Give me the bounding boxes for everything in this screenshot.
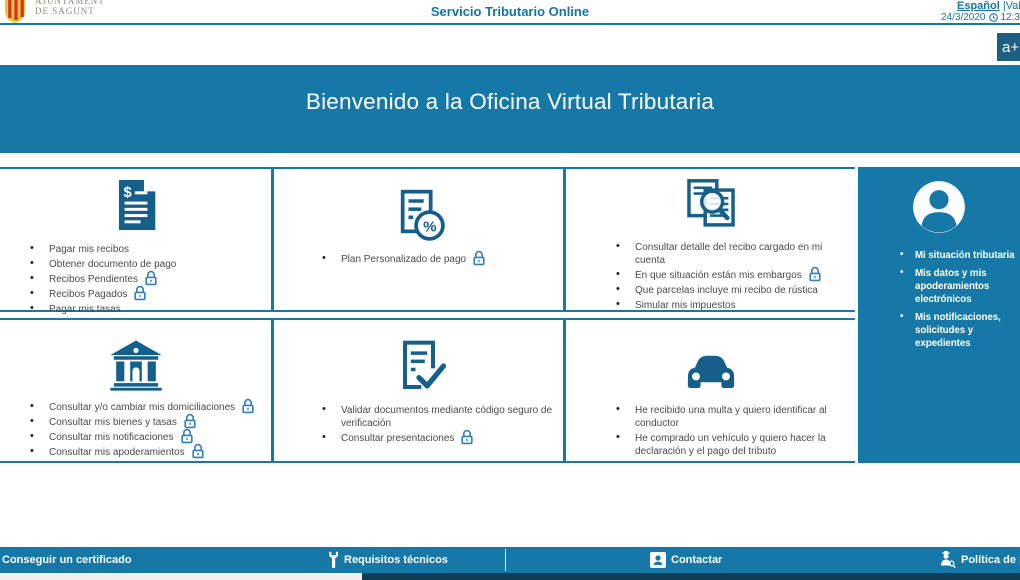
- link-pagar-mis-recibos[interactable]: Pagar mis recibos: [30, 243, 265, 256]
- svg-text:%: %: [423, 218, 437, 235]
- document-check-icon: [391, 338, 447, 394]
- link-notificaciones[interactable]: Consultar mis notificaciones: [30, 431, 265, 444]
- link-bienes-y-tasas[interactable]: Consultar mis bienes y tasas: [30, 416, 265, 429]
- link-validar-documentos[interactable]: Validar documentos mediante código segur…: [322, 404, 557, 430]
- datetime: 24/3/2020 12:3: [941, 12, 1020, 23]
- footer: Conseguir un certificado Requisitos técn…: [0, 547, 1020, 573]
- search-documents-icon: [682, 177, 740, 231]
- card-payment-plan-list: Plan Personalizado de pago: [274, 253, 563, 268]
- bank-icon: [108, 339, 164, 391]
- card-bank-list: Consultar y/o cambiar mis domiciliacione…: [0, 401, 271, 461]
- page: AJUNTAMENT DE SAGUNT Servicio Tributario…: [0, 0, 1020, 580]
- link-recibos-pendientes[interactable]: Recibos Pendientes: [30, 273, 265, 286]
- header: AJUNTAMENT DE SAGUNT Servicio Tributario…: [0, 0, 1020, 25]
- time-text: 12:3: [1001, 12, 1020, 23]
- link-parcelas-rustica[interactable]: Que parcelas incluye mi recibo de rústic…: [616, 284, 849, 297]
- card-validate-documents: Validar documentos mediante código segur…: [271, 320, 563, 461]
- lock-icon: [180, 431, 194, 440]
- footer-link-requisitos[interactable]: Requisitos técnicos: [328, 547, 448, 573]
- link-situacion-embargos[interactable]: En que situación están mis embargos: [616, 269, 849, 282]
- link-plan-personalizado[interactable]: Plan Personalizado de pago: [322, 253, 557, 266]
- link-mis-notificaciones-solicitudes[interactable]: Mis notificaciones, solicitudes y expedi…: [900, 311, 1016, 350]
- link-apoderamientos[interactable]: Consultar mis apoderamientos: [30, 446, 265, 459]
- link-mis-datos-apoderamientos[interactable]: Mis datos y mis apoderamientos electróni…: [900, 267, 1016, 306]
- link-mi-situacion-tributaria[interactable]: Mi situación tributaria: [900, 249, 1016, 262]
- user-icon: [912, 180, 966, 234]
- lock-icon: [191, 446, 205, 455]
- card-consult-receipts-list: Consultar detalle del recibo cargado en …: [566, 241, 855, 314]
- cards-row-2: Consultar y/o cambiar mis domiciliacione…: [0, 318, 855, 463]
- link-declaracion-vehiculo[interactable]: He comprado un vehículo y quiero hacer l…: [616, 432, 849, 458]
- contact-card-icon: [650, 552, 666, 568]
- language-link-spanish[interactable]: Español: [957, 0, 1000, 12]
- lock-icon: [460, 432, 474, 441]
- lock-icon: [241, 401, 255, 410]
- date-text: 24/3/2020: [941, 12, 986, 23]
- card-payment-plan: % Plan Personalizado de pago: [271, 169, 563, 310]
- invoice-icon: $: [111, 177, 161, 233]
- clock-icon: [989, 13, 998, 22]
- personal-area-list: Mi situación tributaria Mis datos y mis …: [858, 249, 1020, 350]
- card-vehicles-list: He recibido una multa y quiero identific…: [566, 404, 855, 460]
- lock-icon: [183, 416, 197, 425]
- link-recibos-pagados[interactable]: Recibos Pagados: [30, 288, 265, 301]
- link-consultar-detalle-recibo[interactable]: Consultar detalle del recibo cargado en …: [616, 241, 849, 267]
- personal-area-panel: Mi situación tributaria Mis datos y mis …: [858, 167, 1020, 463]
- card-receipts-list: Pagar mis recibos Obtener documento de p…: [0, 243, 271, 318]
- language-switcher: Español |Vale: [957, 0, 1020, 12]
- payment-plan-icon: %: [390, 187, 448, 243]
- link-domiciliaciones[interactable]: Consultar y/o cambiar mis domiciliacione…: [30, 401, 265, 414]
- page-title: Servicio Tributario Online: [0, 4, 1020, 19]
- wrench-icon: [328, 551, 339, 569]
- lock-icon: [808, 269, 822, 278]
- footer-link-certificado[interactable]: Conseguir un certificado: [2, 547, 132, 573]
- lock-icon: [144, 273, 158, 282]
- link-pagar-mis-tasas[interactable]: Pagar mis tasas: [30, 303, 265, 316]
- language-link-valencian[interactable]: Vale: [1006, 0, 1020, 12]
- footer-separator: [505, 549, 506, 571]
- card-validate-documents-list: Validar documentos mediante código segur…: [274, 404, 563, 447]
- privacy-spy-icon: [938, 551, 956, 569]
- scrollbar-thumb[interactable]: [0, 573, 362, 580]
- footer-link-privacidad[interactable]: Política de priva: [938, 547, 1020, 573]
- lock-icon: [472, 253, 486, 262]
- lock-icon: [133, 288, 147, 297]
- link-simular-impuestos[interactable]: Simular mis impuestos: [616, 299, 849, 312]
- font-increase-button[interactable]: a+: [997, 33, 1020, 61]
- link-consultar-presentaciones[interactable]: Consultar presentaciones: [322, 432, 557, 445]
- horizontal-scrollbar[interactable]: [0, 573, 1020, 580]
- link-identificar-conductor[interactable]: He recibido una multa y quiero identific…: [616, 404, 849, 430]
- card-consult-receipts: Consultar detalle del recibo cargado en …: [563, 169, 855, 310]
- card-receipts: $ Pagar mis recibos Obtener documento de…: [0, 169, 271, 310]
- cards-row-1: $ Pagar mis recibos Obtener documento de…: [0, 167, 855, 312]
- card-bank: Consultar y/o cambiar mis domiciliacione…: [0, 320, 271, 461]
- welcome-banner: Bienvenido a la Oficina Virtual Tributar…: [0, 65, 1020, 153]
- welcome-title: Bienvenido a la Oficina Virtual Tributar…: [306, 89, 714, 115]
- card-vehicles: He recibido una multa y quiero identific…: [563, 320, 855, 461]
- svg-text:$: $: [123, 185, 131, 201]
- footer-link-contactar[interactable]: Contactar: [650, 547, 722, 573]
- car-icon: [681, 352, 741, 394]
